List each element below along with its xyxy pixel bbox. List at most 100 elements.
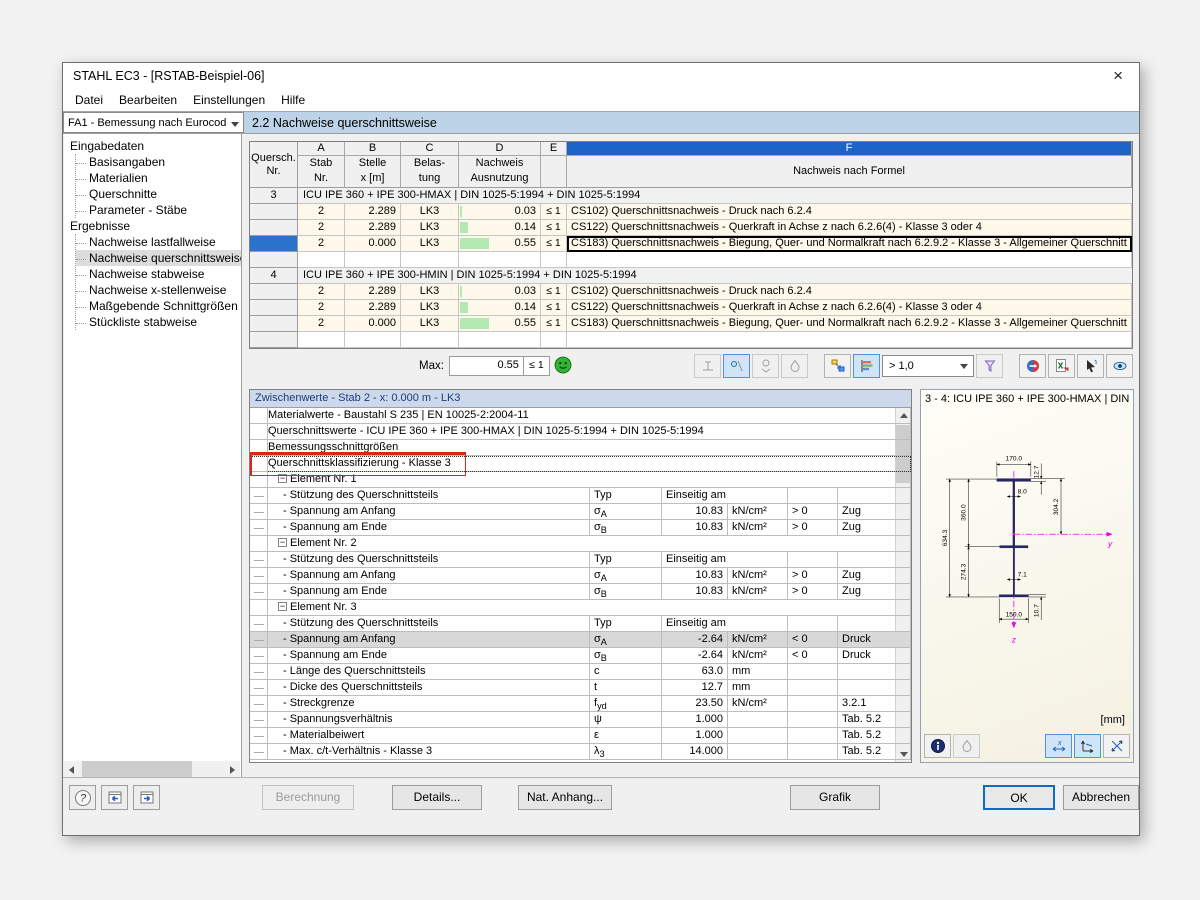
cell-stelle[interactable]: 2.289	[345, 220, 401, 236]
cell-limit[interactable]: ≤ 1	[541, 220, 567, 236]
scroll-right-icon[interactable]	[224, 761, 240, 777]
sidebar-item[interactable]: Nachweise x-stellenweise	[76, 282, 241, 298]
menu-datei[interactable]: Datei	[67, 90, 111, 110]
sidebar-group-label[interactable]: Ergebnisse	[68, 218, 241, 234]
cell-formel[interactable]: CS102) Querschnittsnachweis - Druck nach…	[567, 204, 1132, 220]
pointer-icon[interactable]	[1077, 354, 1104, 378]
result-row[interactable]: 20.000LK30.55≤ 1CS183) Querschnittsnachw…	[250, 236, 1132, 252]
detail-group-row[interactable]: +Bemessungsschnittgrößen	[250, 440, 911, 456]
detail-item-row[interactable]: - Max. c/t-Verhältnis - Klasse 3λ314.000…	[250, 744, 911, 760]
scroll-left-icon[interactable]	[64, 761, 80, 777]
sidebar-item[interactable]: Basisangaben	[76, 154, 241, 170]
detail-item-row[interactable]: - Länge des Querschnittsteilsc63.0mm	[250, 664, 911, 680]
grafik-button[interactable]: Grafik	[790, 785, 880, 810]
detail-group-row[interactable]: −Querschnittsklassifizierung - Klasse 3	[250, 456, 911, 472]
abbrechen-button[interactable]: Abbrechen	[1063, 785, 1139, 810]
sidebar-item[interactable]: Stückliste stabweise	[76, 314, 241, 330]
cell-ausnutzung[interactable]: 0.14	[459, 220, 541, 236]
detail-group-row[interactable]: −Element Nr. 1	[250, 472, 911, 488]
excel-export-icon[interactable]	[1048, 354, 1075, 378]
sidebar-item[interactable]: Nachweise lastfallweise	[76, 234, 241, 250]
detail-item-row[interactable]: - Spannung am AnfangσA10.83kN/cm²> 0Zug	[250, 568, 911, 584]
detail-item-row[interactable]: - Spannung am AnfangσA-2.64kN/cm²< 0Druc…	[250, 632, 911, 648]
sidebar-item[interactable]: Parameter - Stäbe	[76, 202, 241, 218]
detail-item-row[interactable]: - Spannung am EndeσB-2.64kN/cm²< 0Druck	[250, 648, 911, 664]
detail-item-row[interactable]: - Spannung am AnfangσA10.83kN/cm²> 0Zug	[250, 504, 911, 520]
title-bar[interactable]: STAHL EC3 - [RSTAB-Beispiel-06] ×	[63, 63, 1139, 89]
detail-group-row[interactable]: +Querschnittswerte - ICU IPE 360 + IPE 3…	[250, 424, 911, 440]
max-value-field[interactable]: 0.55	[449, 356, 524, 376]
detail-group-row[interactable]: −Element Nr. 3	[250, 600, 911, 616]
cell-stelle[interactable]: 0.000	[345, 236, 401, 252]
cell-formel[interactable]: CS102) Querschnittsnachweis - Druck nach…	[567, 284, 1132, 300]
detail-group-row[interactable]: −Element Nr. 2	[250, 536, 911, 552]
sidebar-item[interactable]: Nachweise stabweise	[76, 266, 241, 282]
x-dimension-icon[interactable]: x	[1045, 734, 1072, 758]
rotate-view-icon[interactable]	[1103, 734, 1130, 758]
cell-formel[interactable]: CS122) Querschnittsnachweis - Querkraft …	[567, 220, 1132, 236]
berechnung-button[interactable]: Berechnung	[262, 785, 354, 810]
sidebar-item[interactable]: Maßgebende Schnittgrößen sta	[76, 298, 241, 314]
color-scale-icon[interactable]	[1019, 354, 1046, 378]
scroll-thumb[interactable]	[82, 761, 192, 777]
cell-belastung[interactable]: LK3	[401, 300, 459, 316]
cell-stab[interactable]: 2	[298, 220, 345, 236]
cell-limit[interactable]: ≤ 1	[541, 284, 567, 300]
visibility-icon[interactable]	[1106, 354, 1133, 378]
sidebar-hscrollbar[interactable]	[64, 761, 240, 777]
cell-stab[interactable]: 2	[298, 316, 345, 332]
result-row[interactable]: 22.289LK30.14≤ 1CS122) Querschnittsnachw…	[250, 300, 1132, 316]
drop-result-icon[interactable]	[781, 354, 808, 378]
previous-window-button[interactable]	[101, 785, 128, 810]
cell-stab[interactable]: 2	[298, 204, 345, 220]
filter-icon[interactable]	[976, 354, 1003, 378]
cell-belastung[interactable]: LK3	[401, 284, 459, 300]
row-header-cell[interactable]	[250, 204, 298, 220]
menu-hilfe[interactable]: Hilfe	[273, 90, 313, 110]
detail-item-row[interactable]: - Stützung des QuerschnittsteilsTypEinse…	[250, 488, 911, 504]
ok-button[interactable]: OK	[983, 785, 1055, 810]
threshold-dropdown[interactable]: > 1,0	[882, 355, 974, 377]
cell-formel[interactable]: CS122) Querschnittsnachweis - Querkraft …	[567, 300, 1132, 316]
stress-point-icon[interactable]	[723, 354, 750, 378]
support-result-icon[interactable]	[694, 354, 721, 378]
cell-limit[interactable]: ≤ 1	[541, 204, 567, 220]
detail-item-row[interactable]: - Streckgrenzefyd23.50kN/cm²3.2.1	[250, 696, 911, 712]
section-number[interactable]: 4	[250, 268, 298, 284]
cell-ausnutzung[interactable]: 0.55	[459, 236, 541, 252]
cell-ausnutzung[interactable]: 0.03	[459, 284, 541, 300]
detail-item-row[interactable]: - Stützung des QuerschnittsteilsTypEinse…	[250, 552, 911, 568]
cell-stelle[interactable]: 2.289	[345, 300, 401, 316]
collapse-icon[interactable]: −	[278, 474, 287, 483]
section-result-icon[interactable]	[752, 354, 779, 378]
nat-anhang-button[interactable]: Nat. Anhang...	[518, 785, 612, 810]
cell-stab[interactable]: 2	[298, 284, 345, 300]
row-header-cell[interactable]	[250, 220, 298, 236]
dimension-lines-icon[interactable]	[1074, 734, 1101, 758]
result-row[interactable]: 22.289LK30.03≤ 1CS102) Querschnittsnachw…	[250, 204, 1132, 220]
menu-bearbeiten[interactable]: Bearbeiten	[111, 90, 185, 110]
cell-stab[interactable]: 2	[298, 236, 345, 252]
result-row[interactable]: 22.289LK30.03≤ 1CS102) Querschnittsnachw…	[250, 284, 1132, 300]
scroll-track[interactable]	[80, 761, 224, 777]
cell-limit[interactable]: ≤ 1	[541, 316, 567, 332]
jump-to-graphic-icon[interactable]	[824, 354, 851, 378]
result-row[interactable]: 20.000LK30.55≤ 1CS183) Querschnittsnachw…	[250, 316, 1132, 332]
cell-formel[interactable]: CS183) Querschnittsnachweis - Biegung, Q…	[567, 236, 1132, 252]
row-header-cell[interactable]	[250, 300, 298, 316]
next-window-button[interactable]	[133, 785, 160, 810]
sidebar-item[interactable]: Materialien	[76, 170, 241, 186]
detail-group-row[interactable]: +Materialwerte - Baustahl S 235 | EN 100…	[250, 408, 911, 424]
row-header-cell[interactable]	[250, 284, 298, 300]
cell-belastung[interactable]: LK3	[401, 204, 459, 220]
detail-item-row[interactable]: - Spannungsverhältnisψ1.000Tab. 5.2	[250, 712, 911, 728]
sidebar-group-label[interactable]: Eingabedaten	[68, 138, 241, 154]
cell-belastung[interactable]: LK3	[401, 316, 459, 332]
help-button[interactable]: ?	[69, 785, 96, 810]
sidebar-item[interactable]: Nachweise querschnittsweise	[76, 250, 241, 266]
close-icon[interactable]: ×	[1107, 68, 1129, 84]
detail-item-row[interactable]: - Spannung am EndeσB10.83kN/cm²> 0Zug	[250, 584, 911, 600]
design-case-combo[interactable]: FA1 - Bemessung nach Eurocod	[63, 112, 244, 133]
cell-stelle[interactable]: 2.289	[345, 284, 401, 300]
cell-stelle[interactable]: 2.289	[345, 204, 401, 220]
